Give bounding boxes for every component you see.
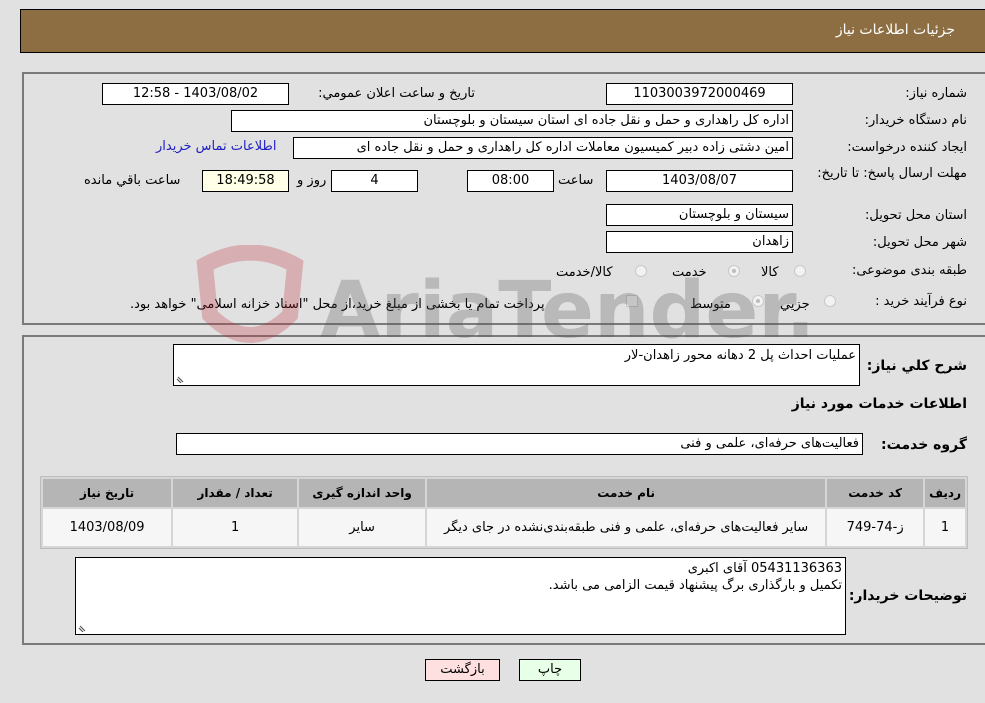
col-header-unit: واحد اندازه گيری [299,479,426,507]
deadline-time-field: 08:00 [467,170,554,192]
description-label: شرح کلي نياز: [866,358,967,374]
table-row: 1 ز-74-749 ساير فعاليت‌های حرفه‌ای، علمی… [43,509,965,546]
col-header-row-num: رديف [925,479,965,507]
process-radio-medium[interactable] [752,295,764,307]
page-header: جزئيات اطلاعات نياز [20,9,985,53]
resize-grip-icon[interactable] [78,622,88,632]
province-field: سیستان و بلوچستان [606,204,793,226]
resize-grip-icon[interactable] [176,373,186,383]
buyer-org-label: نام دستگاه خريدار: [864,113,967,128]
remaining-time-field: 18:49:58 [202,170,289,192]
process-option-minor: جزيي [780,297,810,312]
category-option-goods: کالا [761,265,779,280]
days-remaining-field: 4 [331,170,418,192]
page-title: جزئيات اطلاعات نياز [835,22,955,38]
cell-unit: ساير [299,509,426,546]
city-field: زاهدان [606,231,793,253]
col-header-quantity: تعداد / مقدار [173,479,298,507]
buyer-notes-line-2: تکمیل و بارگذاری برگ پیشنهاد قیمت الزامی… [548,578,842,593]
print-button[interactable]: چاپ [519,659,581,681]
creator-field: امین دشتی زاده دبیر کمیسیون معاملات ادار… [293,137,793,159]
treasury-note: پرداخت تمام يا بخشی از مبلغ خريد،از محل … [130,297,545,312]
buyer-notes-textarea[interactable]: 05431136363 آقای اکبری تکمیل و بارگذاری … [75,557,846,635]
deadline-label: مهلت ارسال پاسخ: تا تاريخ: [817,166,967,181]
remaining-label: ساعت باقي مانده [84,173,181,188]
category-option-service: خدمت [672,265,707,280]
category-label: طبقه بندی موضوعی: [851,263,967,278]
province-label: استان محل تحويل: [865,208,967,223]
category-option-goods-service: کالا/خدمت [556,265,613,280]
announce-datetime-field: 1403/08/02 - 12:58 [102,83,289,105]
category-radio-goods[interactable] [794,265,806,277]
category-radio-service[interactable] [728,265,740,277]
days-label: روز و [297,173,327,188]
announce-label: تاريخ و ساعت اعلان عمومي: [318,86,475,101]
service-group-field: فعاليت‌های حرفه‌ای، علمی و فنی [176,433,863,455]
cell-row-num: 1 [925,509,965,546]
buyer-org-field: اداره کل راهداری و حمل و نقل جاده ای است… [231,110,793,132]
category-radio-goods-service[interactable] [635,265,647,277]
description-textarea[interactable]: عملیات احداث پل 2 دهانه محور زاهدان-لار [173,344,860,386]
creator-label: ايجاد کننده درخواست: [847,140,967,155]
cell-need-date: 1403/08/09 [43,509,172,546]
col-header-service-name: نام خدمت [427,479,826,507]
deadline-time-label: ساعت [558,173,594,188]
back-button[interactable]: بازگشت [425,659,500,681]
services-heading: اطلاعات خدمات مورد نياز [791,396,967,412]
buyer-notes-label: توضيحات خريدار: [848,588,967,604]
need-number-field: 1103003972000469 [606,83,793,105]
col-header-need-date: تاريخ نياز [43,479,172,507]
buyer-contact-link[interactable]: اطلاعات تماس خريدار [156,139,276,154]
treasury-checkbox[interactable] [626,295,638,307]
deadline-date-field: 1403/08/07 [606,170,793,192]
description-text: عملیات احداث پل 2 دهانه محور زاهدان-لار [624,348,856,363]
cell-quantity: 1 [173,509,298,546]
city-label: شهر محل تحويل: [872,235,967,250]
process-option-medium: متوسط [690,297,731,312]
cell-service-name: ساير فعاليت‌های حرفه‌ای، علمی و فنی طبقه… [427,509,826,546]
buyer-notes-line-1: 05431136363 آقای اکبری [687,561,842,576]
table-header-row: رديف کد خدمت نام خدمت واحد اندازه گيری ت… [43,479,965,507]
need-number-label: شماره نیاز: [905,86,967,101]
process-label: نوع فرآيند خريد : [875,294,967,309]
col-header-service-code: کد خدمت [827,479,924,507]
process-radio-minor[interactable] [824,295,836,307]
services-table: رديف کد خدمت نام خدمت واحد اندازه گيری ت… [40,476,968,549]
service-group-label: گروه خدمت: [881,437,967,453]
cell-service-code: ز-74-749 [827,509,924,546]
